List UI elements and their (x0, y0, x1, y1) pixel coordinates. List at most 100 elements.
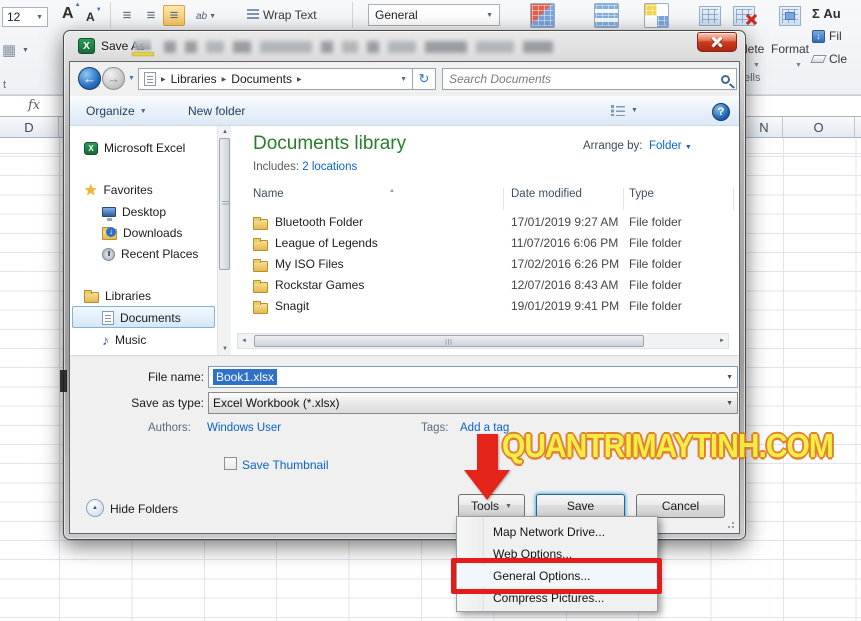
sidebar-item-desktop[interactable]: Desktop (102, 202, 166, 222)
scroll-up-icon[interactable]: ▲ (222, 129, 228, 135)
folder-icon (253, 238, 268, 251)
scroll-down-icon[interactable]: ▼ (222, 346, 228, 352)
file-row-my-iso-files[interactable]: My ISO Files 17/02/2016 6:26 PM File fol… (231, 254, 731, 275)
insert-cells-icon[interactable] (699, 6, 721, 26)
hide-folders-button[interactable]: ▲ (86, 499, 104, 517)
conditional-formatting-icon[interactable] (530, 3, 555, 28)
file-name-input[interactable]: Book1.xlsx ▼ (208, 366, 738, 388)
ribbon-separator (110, 2, 111, 28)
align-top-button[interactable]: ≡ (116, 5, 138, 26)
scroll-left-icon[interactable]: ◄ (241, 338, 247, 344)
cell-styles-icon[interactable] (644, 3, 669, 28)
close-button[interactable] (697, 32, 737, 52)
locations-link[interactable]: 2 locations (302, 161, 357, 173)
views-button[interactable]: ▼ (610, 104, 638, 117)
excel-icon: X (78, 38, 95, 54)
authors-value[interactable]: Windows User (207, 422, 281, 434)
scroll-right-icon[interactable]: ► (719, 338, 725, 344)
column-header-o[interactable]: O (783, 117, 855, 137)
align-bottom-button[interactable]: ≡ (163, 5, 185, 26)
file-row-snagit[interactable]: Snagit 19/01/2019 9:41 PM File folder (231, 296, 731, 317)
chevron-down-icon[interactable]: ▼ (726, 400, 733, 407)
format-cells-icon[interactable] (779, 6, 801, 26)
file-list: Bluetooth Folder 17/01/2019 9:27 AM File… (231, 212, 731, 317)
resize-grip[interactable] (726, 520, 734, 528)
search-box[interactable] (442, 68, 737, 90)
align-middle-button[interactable]: ≡ (140, 5, 162, 26)
file-browser: X Microsoft Excel ★ Favorites Desktop Do… (70, 126, 739, 356)
breadcrumb-arrow-icon[interactable]: ▶ (297, 76, 302, 83)
wrap-text-button[interactable]: Wrap Text (263, 8, 317, 22)
star-icon: ★ (84, 182, 98, 199)
dialog-toolbar: Organize ▼ New folder ▼ ? (70, 96, 739, 126)
save-thumbnail-checkbox[interactable] (224, 457, 237, 470)
chevron-down-icon[interactable]: ▼ (400, 76, 407, 83)
chevron-down-icon: ▼ (631, 107, 638, 114)
save-as-type-select[interactable]: Excel Workbook (*.xlsx) ▼ (208, 392, 738, 414)
sidebar-item-recent-places[interactable]: Recent Places (102, 244, 198, 264)
format-as-table-icon[interactable] (594, 3, 619, 28)
scrollbar-thumb[interactable] (219, 138, 230, 270)
folder-icon (253, 301, 268, 314)
font-size-select[interactable]: 12 ▼ (2, 7, 48, 27)
search-input[interactable] (449, 72, 721, 86)
save-button[interactable]: Save (536, 494, 625, 518)
column-header-name[interactable]: Name (253, 188, 284, 200)
dialog-titlebar[interactable]: X Save As (64, 31, 745, 61)
chevron-down-icon: ▼ (684, 144, 692, 151)
excel-window: 12 ▼ A ▲ A ▼ ≡ ≡ ≡ ab ▼ Wrap Text General ▼… (0, 0, 861, 621)
views-icon (610, 104, 626, 117)
desktop-icon (102, 207, 116, 221)
column-header-type[interactable]: Type (629, 188, 654, 200)
breadcrumb-arrow-icon[interactable]: ▶ (161, 76, 166, 83)
help-button[interactable]: ? (712, 103, 730, 121)
sidebar-item-libraries[interactable]: Libraries (84, 286, 151, 306)
chevron-down-icon[interactable]: ▼ (795, 62, 802, 69)
delete-cells-icon[interactable] (733, 6, 758, 26)
arrange-by-select[interactable]: Folder ▼ (649, 140, 692, 152)
save-as-type-label: Save as type: (131, 396, 204, 410)
organize-button[interactable]: Organize ▼ (86, 104, 147, 118)
refresh-button[interactable]: ↻ (412, 68, 436, 90)
menu-item-map-network-drive[interactable]: Map Network Drive... (457, 521, 657, 543)
font-group-label-partial: t (3, 79, 7, 91)
grow-font-button[interactable]: A ▲ (62, 2, 81, 23)
sidebar-item-downloads[interactable]: Downloads (102, 223, 182, 243)
breadcrumb-documents[interactable]: Documents (231, 72, 292, 86)
sidebar-scrollbar[interactable]: ▲ ▼ (217, 126, 231, 355)
file-row-league-of-legends[interactable]: League of Legends 11/07/2016 6:06 PM Fil… (231, 233, 731, 254)
clear-button[interactable]: Cle (810, 52, 847, 66)
chevron-down-icon[interactable]: ▼ (726, 374, 733, 381)
new-folder-button[interactable]: New folder (188, 104, 245, 118)
sidebar-item-documents[interactable]: Documents (102, 308, 181, 328)
breadcrumb[interactable]: ▶ Libraries ▶ Documents ▶ ▼ (138, 68, 412, 90)
cancel-button[interactable]: Cancel (636, 494, 725, 518)
forward-button[interactable]: → (102, 67, 125, 90)
hide-folders-label[interactable]: Hide Folders (110, 502, 178, 516)
format-label[interactable]: Format (771, 42, 809, 56)
breadcrumb-arrow-icon[interactable]: ▶ (222, 76, 227, 83)
horizontal-scrollbar[interactable]: ◄ ► (237, 333, 729, 349)
orientation-button[interactable]: ab ▼ (196, 6, 222, 26)
library-title: Documents library (253, 133, 407, 154)
breadcrumb-libraries[interactable]: Libraries (171, 72, 217, 86)
chevron-down-icon[interactable]: ▼ (753, 62, 760, 69)
column-header-date-modified[interactable]: Date modified (511, 188, 582, 200)
autosum-button[interactable]: Σ Au (812, 6, 841, 21)
scrollbar-thumb[interactable] (254, 335, 644, 347)
sidebar-item-microsoft-excel[interactable]: X Microsoft Excel (84, 138, 185, 158)
fill-button[interactable]: ↓ Fil (812, 29, 842, 43)
shrink-font-button[interactable]: A ▼ (86, 7, 102, 24)
column-header-d[interactable]: D (0, 117, 59, 137)
recent-pages-chevron-icon[interactable]: ▼ (128, 75, 135, 82)
search-icon (721, 74, 730, 84)
column-header-n[interactable]: N (746, 117, 783, 137)
sidebar-item-favorites[interactable]: ★ Favorites (84, 180, 153, 200)
file-row-rockstar-games[interactable]: Rockstar Games 12/07/2016 8:43 AM File f… (231, 275, 731, 296)
borders-icon[interactable]: ▦ (2, 41, 16, 59)
file-name-value[interactable]: Book1.xlsx (213, 369, 278, 385)
number-format-select[interactable]: General ▼ (368, 4, 500, 26)
file-row-bluetooth-folder[interactable]: Bluetooth Folder 17/01/2019 9:27 AM File… (231, 212, 731, 233)
sidebar-item-music[interactable]: ♪ Music (102, 330, 146, 350)
back-button[interactable]: ← (78, 67, 101, 90)
